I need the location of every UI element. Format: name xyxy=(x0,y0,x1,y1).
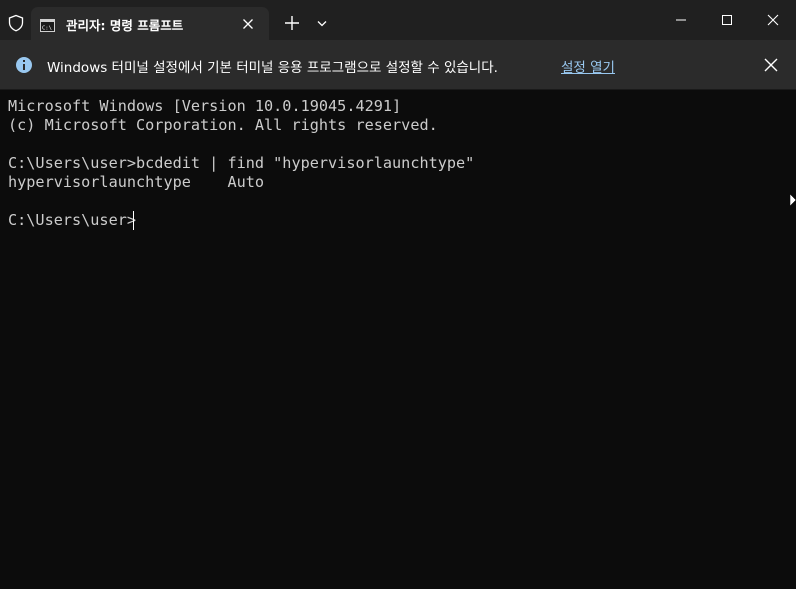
info-bar: Windows 터미널 설정에서 기본 터미널 응용 프로그램으로 설정할 수 … xyxy=(0,40,796,90)
chevron-down-icon xyxy=(317,21,327,27)
info-message: Windows 터미널 설정에서 기본 터미널 응용 프로그램으로 설정할 수 … xyxy=(47,60,498,76)
close-icon xyxy=(764,58,778,72)
terminal-line: hypervisorlaunchtype Auto xyxy=(8,173,265,191)
cmd-icon: C:\ xyxy=(40,17,55,32)
terminal-line: C:\Users\user>bcdedit | find "hypervisor… xyxy=(8,154,475,172)
info-close-button[interactable] xyxy=(763,57,779,73)
terminal-output[interactable]: Microsoft Windows [Version 10.0.19045.42… xyxy=(0,90,796,589)
title-bar: C:\ 관리자: 명령 프롬프트 xyxy=(0,0,796,40)
tab-command-prompt[interactable]: C:\ 관리자: 명령 프롬프트 xyxy=(31,7,269,40)
plus-icon xyxy=(285,16,299,30)
close-icon[interactable] xyxy=(241,16,255,30)
close-window-button[interactable] xyxy=(750,0,796,40)
terminal-window: C:\ 관리자: 명령 프롬프트 Windows 터미널 설정에서 기본 터미널… xyxy=(0,0,796,589)
new-tab-button[interactable] xyxy=(281,12,303,34)
info-icon xyxy=(16,57,32,73)
close-icon xyxy=(767,14,779,26)
mouse-pointer-icon xyxy=(789,193,796,207)
tab-title: 관리자: 명령 프롬프트 xyxy=(66,18,184,33)
shield-icon xyxy=(7,14,25,32)
open-settings-link[interactable]: 설정 열기 xyxy=(561,56,615,76)
minimize-icon xyxy=(676,19,686,21)
text-cursor xyxy=(133,211,134,230)
maximize-icon xyxy=(722,15,732,25)
tab-dropdown-button[interactable] xyxy=(313,14,331,32)
minimize-button[interactable] xyxy=(658,0,704,40)
terminal-line: (c) Microsoft Corporation. All rights re… xyxy=(8,116,438,134)
terminal-line: Microsoft Windows [Version 10.0.19045.42… xyxy=(8,97,402,115)
svg-text:C:\: C:\ xyxy=(42,26,52,32)
maximize-button[interactable] xyxy=(704,0,750,40)
terminal-prompt: C:\Users\user> xyxy=(8,211,137,229)
